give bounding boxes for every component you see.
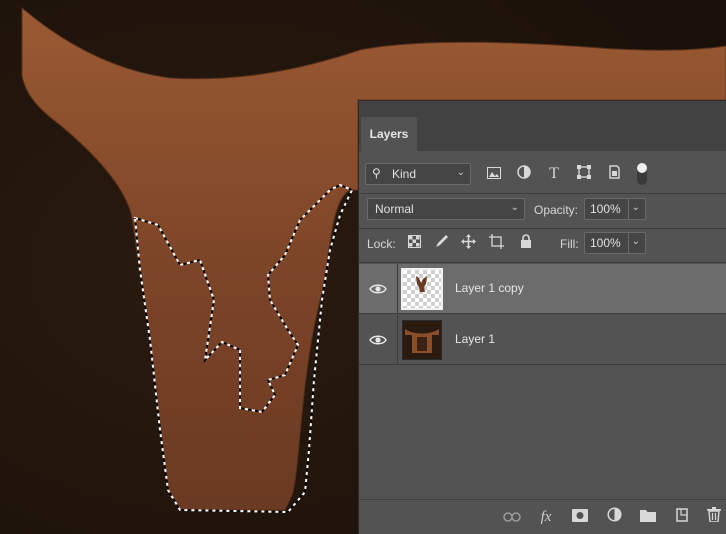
layers-panel: ◂◂ Layers ⚲ Kind ⌄ T Normal ⌄ (358, 100, 726, 534)
fill-field[interactable]: 100% ⌄ (584, 232, 646, 254)
layer-thumbnail[interactable] (402, 320, 442, 360)
layer-name[interactable]: Layer 1 copy (455, 281, 524, 295)
type-filter-icon[interactable]: T (545, 165, 563, 183)
layer-row-layer-1[interactable]: Layer 1 (359, 315, 726, 365)
layers-panel-footer: fx (359, 499, 726, 534)
fill-label: Fill: (560, 237, 579, 251)
new-adjustment-layer-icon[interactable] (604, 507, 624, 527)
lock-row: Lock: Fill: 100% ⌄ (359, 231, 726, 257)
opacity-value: 100% (590, 202, 621, 216)
filter-row: ⚲ Kind ⌄ T (359, 159, 726, 189)
chevron-down-icon[interactable]: ⌄ (632, 202, 640, 213)
lock-label: Lock: (367, 237, 396, 251)
new-group-icon[interactable] (638, 507, 658, 527)
lock-transparent-pixels-icon[interactable] (405, 234, 423, 252)
blend-mode-select[interactable]: Normal ⌄ (367, 198, 525, 220)
lock-all-icon[interactable] (517, 234, 535, 252)
smart-object-filter-icon[interactable] (605, 165, 623, 183)
visibility-eye-icon[interactable] (369, 280, 387, 298)
tab-layers[interactable]: Layers (361, 117, 417, 151)
filter-kind-select[interactable]: ⚲ Kind ⌄ (365, 163, 471, 185)
search-icon: ⚲ (372, 166, 381, 180)
filter-toggle-icon[interactable] (637, 163, 647, 185)
layer-name[interactable]: Layer 1 (455, 332, 495, 346)
lock-image-pixels-icon[interactable] (433, 234, 451, 252)
panel-tab-bar: Layers (359, 101, 726, 151)
chevron-down-icon: ⌄ (510, 202, 519, 213)
opacity-field[interactable]: 100% ⌄ (584, 198, 646, 220)
delete-layer-icon[interactable] (704, 507, 724, 527)
image-filter-icon[interactable] (485, 165, 503, 183)
add-mask-icon[interactable] (570, 507, 590, 527)
fill-value: 100% (590, 236, 621, 250)
opacity-label: Opacity: (534, 203, 579, 217)
layer-thumbnail[interactable] (401, 268, 443, 310)
link-layers-icon[interactable] (502, 507, 522, 527)
lock-position-icon[interactable] (459, 234, 477, 252)
visibility-eye-icon[interactable] (369, 331, 387, 349)
shape-filter-icon[interactable] (575, 165, 593, 183)
blend-row: Normal ⌄ Opacity: 100% ⌄ (359, 197, 726, 223)
lock-artboard-icon[interactable] (487, 234, 505, 252)
fx-icon[interactable]: fx (536, 507, 556, 527)
chevron-down-icon[interactable]: ⌄ (632, 236, 640, 247)
new-layer-icon[interactable] (672, 507, 692, 527)
filter-kind-label: Kind (392, 167, 417, 181)
chevron-down-icon: ⌄ (456, 167, 465, 178)
layer-row-layer-1-copy[interactable]: Layer 1 copy (359, 264, 726, 314)
adjustment-filter-icon[interactable] (515, 165, 533, 183)
blend-mode-value: Normal (375, 202, 414, 216)
